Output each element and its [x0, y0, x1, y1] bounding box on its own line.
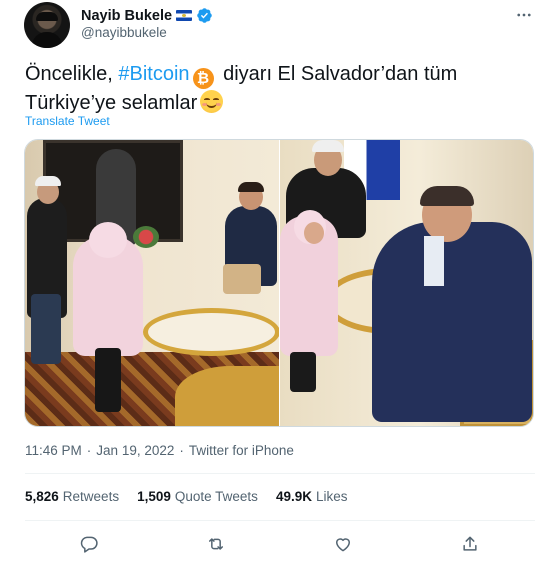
likes-stat[interactable]: 49.9K Likes	[276, 489, 348, 504]
divider	[25, 520, 535, 521]
avatar-body	[32, 32, 62, 48]
meta-separator: ·	[86, 443, 92, 458]
photo-gift-bag	[223, 264, 261, 294]
retweets-count: 5,826	[25, 489, 59, 504]
share-icon[interactable]	[456, 530, 484, 558]
tweet-actions	[0, 530, 551, 558]
photo-flowers	[133, 226, 159, 248]
name-row: Nayib Bukele	[81, 7, 213, 24]
quote-tweets-count: 1,509	[137, 489, 171, 504]
bitcoin-icon: ₿	[192, 68, 214, 89]
divider	[25, 473, 535, 474]
hashtag-link[interactable]: #Bitcoin	[118, 63, 189, 85]
tweet-source[interactable]: Twitter for iPhone	[189, 443, 294, 458]
avatar[interactable]	[24, 2, 70, 48]
reply-icon[interactable]	[75, 530, 103, 558]
translate-tweet-link[interactable]: Translate Tweet	[25, 114, 110, 128]
avatar-cap	[36, 12, 58, 21]
handle[interactable]: @nayibbukele	[81, 25, 167, 40]
photo-person	[372, 186, 532, 422]
photo-2[interactable]	[280, 140, 533, 426]
tweet-text: Öncelikle, #Bitcoin ₿ diyarı El Salvador’…	[25, 60, 535, 117]
photo-table-foreground	[175, 366, 279, 426]
photo-child	[280, 210, 338, 392]
verified-badge-icon	[197, 8, 212, 23]
quote-tweets-stat[interactable]: 1,509 Quote Tweets	[137, 489, 258, 504]
tweet-stats: 5,826 Retweets 1,509 Quote Tweets 49.9K Lik…	[25, 489, 347, 504]
meta-separator: ·	[179, 443, 184, 458]
photo-child	[73, 222, 143, 412]
tweet-text-part1: Öncelikle,	[25, 63, 119, 85]
photo-table	[143, 308, 279, 356]
likes-label: Likes	[315, 489, 348, 504]
likes-count: 49.9K	[275, 489, 312, 504]
tweet-date[interactable]: Jan 19, 2022	[96, 443, 174, 458]
retweet-icon[interactable]	[202, 530, 230, 558]
tweet-meta: 11:46 PM · Jan 19, 2022 · Twitter for iPhone	[25, 443, 294, 458]
photo-person	[27, 176, 67, 364]
smiling-face-icon	[200, 90, 224, 113]
media-grid	[24, 139, 534, 427]
el-salvador-flag-icon	[176, 10, 193, 21]
quote-tweets-label: Quote Tweets	[174, 489, 258, 504]
photo-1[interactable]	[25, 140, 279, 426]
tweet: Nayib Bukele @nayibbukele Öncelikle, #Bi…	[0, 0, 551, 570]
tweet-time[interactable]: 11:46 PM	[25, 443, 82, 458]
retweets-label: Retweets	[62, 489, 120, 504]
retweets-stat[interactable]: 5,826 Retweets	[25, 489, 119, 504]
like-heart-icon[interactable]	[329, 530, 357, 558]
display-name[interactable]: Nayib Bukele	[81, 8, 172, 24]
more-dots-icon[interactable]	[512, 5, 536, 25]
